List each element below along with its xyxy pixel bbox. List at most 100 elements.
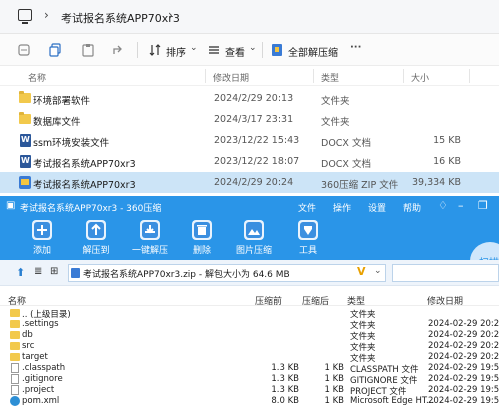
archive-before-size: 1.3 KB <box>271 385 299 395</box>
delete-label: 删除 <box>192 246 211 256</box>
file-list-header: 名称 修改日期 类型 大小 <box>0 66 499 86</box>
column-name[interactable]: 名称 <box>8 294 26 307</box>
folder-icon <box>10 342 20 350</box>
column-type[interactable]: 类型 <box>347 294 365 307</box>
menu-file[interactable]: 文件 <box>298 201 316 214</box>
archive-after-size: 1 KB <box>324 385 344 395</box>
archive-row[interactable]: .. (上级目录) 文件夹 <box>0 308 499 320</box>
image-compress-button[interactable]: 图片压缩 <box>234 218 274 260</box>
file-date: 2024/2/29 20:24 <box>214 177 294 188</box>
file-row[interactable]: 数据库文件 2024/3/17 23:31 文件夹 <box>0 109 499 130</box>
tools-button[interactable]: 工具 <box>288 218 328 260</box>
archive-row[interactable]: db 文件夹 2024-02-29 20:22 <box>0 330 499 342</box>
menu-action[interactable]: 操作 <box>333 201 351 214</box>
list-view-icon[interactable]: ≣ <box>34 266 42 277</box>
file-date: 2024/2/29 20:13 <box>214 93 294 104</box>
file-explorer-window: › 考试报名系统APP70xr3 › 排序 ⌄ 查看 ⌄ 全部解压缩 ··· 名… <box>0 0 499 195</box>
v-logo-icon: V <box>357 265 366 278</box>
delete-button[interactable]: 删除 <box>182 218 222 260</box>
share-icon[interactable] <box>111 43 125 57</box>
chevron-right-icon[interactable]: › <box>168 8 173 22</box>
grid-view-icon[interactable]: ⊞ <box>50 266 58 277</box>
column-name[interactable]: 名称 <box>28 71 46 84</box>
chevron-right-icon: › <box>44 8 49 22</box>
one-click-extract-label: 一键解压 <box>131 246 168 256</box>
chevron-down-icon[interactable]: ⌄ <box>374 266 382 276</box>
column-before-size[interactable]: 压缩前 <box>255 294 282 307</box>
file-icon <box>11 374 19 384</box>
add-button[interactable]: 添加 <box>22 218 62 260</box>
file-size: 39,334 KB <box>411 177 461 188</box>
column-type[interactable]: 类型 <box>321 71 339 84</box>
archive-row[interactable]: target 文件夹 2024-02-29 20:23 <box>0 352 499 364</box>
path-field[interactable]: 考试报名系统APP70xr3.zip - 解包大小为 64.6 MB V ⌄ <box>68 264 386 282</box>
column-size[interactable]: 大小 <box>411 71 429 84</box>
archive-date: 2024-02-29 20:22 <box>428 319 499 329</box>
file-row[interactable]: 环境部署软件 2024/2/29 20:13 文件夹 <box>0 88 499 109</box>
archive-date: 2024-02-29 19:54 <box>428 374 499 384</box>
up-arrow-icon[interactable]: ⬆ <box>16 266 25 279</box>
file-date: 2023/12/22 18:07 <box>214 156 300 167</box>
archive-row[interactable]: .project 1.3 KB 1 KB PROJECT 文件 2024-02-29 1… <box>0 385 499 397</box>
extract-all-button[interactable]: 全部解压缩 <box>288 44 338 59</box>
minimize-icon[interactable]: – <box>458 199 464 212</box>
image-compress-label: 图片压缩 <box>235 246 272 256</box>
archive-date: 2024-02-29 19:54 <box>428 385 499 395</box>
zip-icon <box>19 176 31 189</box>
menu-settings[interactable]: 设置 <box>368 201 386 214</box>
archive-name: target <box>22 352 48 362</box>
archive-row[interactable]: .classpath 1.3 KB 1 KB CLASSPATH 文件 2024-02-… <box>0 363 499 375</box>
extract-to-icon <box>86 220 106 240</box>
archive-after-size: 1 KB <box>324 374 344 384</box>
file-name: ssm环境安装文件 <box>33 138 110 149</box>
column-date-modified[interactable]: 修改日期 <box>213 71 249 84</box>
view-button[interactable]: 查看 <box>225 44 245 59</box>
file-size: 15 KB <box>433 135 461 146</box>
breadcrumb-folder[interactable]: 考试报名系统APP70xr3 <box>61 10 180 26</box>
archive-after-size: 1 KB <box>324 396 344 406</box>
view-icon <box>209 46 219 54</box>
file-name: 考试报名系统APP70xr3 <box>33 159 136 170</box>
file-row[interactable]: 考试报名系统APP70xr3 2024/2/29 20:24 360压缩 ZIP 文… <box>0 172 499 193</box>
chevron-down-icon[interactable]: ⌄ <box>249 43 257 53</box>
file-type: 360压缩 ZIP 文件 <box>321 180 399 191</box>
file-name: 环境部署软件 <box>33 96 91 107</box>
zip-list-header: 名称 压缩前 压缩后 类型 修改日期 <box>0 292 499 307</box>
extract-to-label: 解压到 <box>82 246 110 256</box>
folder-icon <box>19 112 31 124</box>
skin-icon[interactable]: ♢ <box>438 199 448 212</box>
folder-icon <box>19 91 31 103</box>
more-options-button[interactable]: ··· <box>350 42 361 53</box>
archive-name: .settings <box>22 319 59 329</box>
chevron-down-icon[interactable]: ⌄ <box>190 43 198 53</box>
column-after-size[interactable]: 压缩后 <box>302 294 329 307</box>
column-date-modified[interactable]: 修改日期 <box>427 294 463 307</box>
extract-to-button[interactable]: 解压到 <box>76 218 116 260</box>
search-input[interactable] <box>392 264 499 282</box>
archive-before-size: 8.0 KB <box>271 396 299 406</box>
archive-after-size: 1 KB <box>324 363 344 373</box>
archive-row[interactable]: pom.xml 8.0 KB 1 KB Microsoft Edge HT... 202… <box>0 396 499 407</box>
folder-icon <box>10 309 20 317</box>
archive-type: Microsoft Edge HT... <box>350 396 435 406</box>
cut-icon[interactable] <box>17 43 31 57</box>
sort-icon <box>149 44 161 56</box>
file-row[interactable]: 考试报名系统APP70xr3 2023/12/22 18:07 DOCX 文档 16 … <box>0 151 499 172</box>
image-compress-icon <box>244 220 264 240</box>
one-click-extract-button[interactable]: 一键解压 <box>130 218 170 260</box>
add-icon <box>32 220 52 240</box>
file-row[interactable]: ssm环境安装文件 2023/12/22 15:43 DOCX 文档 15 KB <box>0 130 499 151</box>
archive-row[interactable]: src 文件夹 2024-02-29 20:22 <box>0 341 499 353</box>
paste-icon[interactable] <box>81 43 95 57</box>
archive-date: 2024-02-29 19:54 <box>428 363 499 373</box>
archive-row[interactable]: .gitignore 1.3 KB 1 KB GITIGNORE 文件 2024-02-… <box>0 374 499 386</box>
copy-icon[interactable] <box>49 43 63 57</box>
restore-icon[interactable]: ❐ <box>478 199 488 212</box>
menu-help[interactable]: 帮助 <box>403 201 421 214</box>
file-size: 16 KB <box>433 156 461 167</box>
trash-icon <box>192 220 212 240</box>
archive-row[interactable]: .settings 文件夹 2024-02-29 20:22 <box>0 319 499 331</box>
this-pc-icon[interactable] <box>18 9 32 24</box>
tools-label: 工具 <box>298 246 317 256</box>
sort-button[interactable]: 排序 <box>166 44 186 59</box>
